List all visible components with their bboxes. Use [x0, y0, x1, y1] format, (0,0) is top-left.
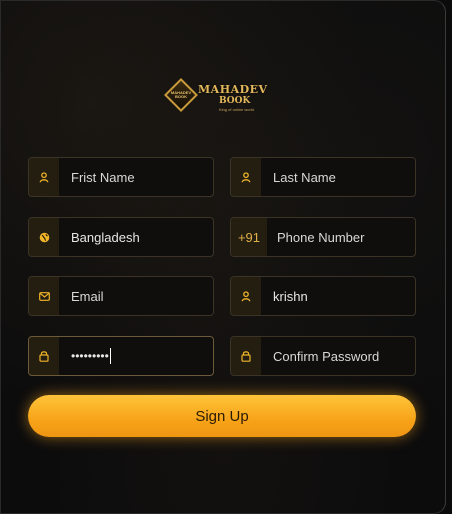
logo-emblem-text: MAHADEV BOOK [170, 90, 192, 99]
password-field[interactable]: ••••••••• [28, 336, 214, 376]
username-value[interactable]: krishn [261, 277, 415, 315]
user-icon [231, 158, 261, 196]
country-select[interactable]: Bangladesh [28, 217, 214, 257]
mail-icon [29, 277, 59, 315]
last-name-field[interactable]: Last Name [230, 157, 416, 197]
logo-title: MAHADEV [198, 83, 268, 96]
brand-logo: MAHADEV BOOK MAHADEV BOOK King of online… [164, 78, 277, 119]
email-field[interactable]: Email [28, 276, 214, 316]
globe-icon [29, 218, 59, 256]
phone-placeholder[interactable]: Phone Number [267, 218, 415, 256]
user-icon [29, 158, 59, 196]
last-name-placeholder[interactable]: Last Name [261, 158, 415, 196]
country-value[interactable]: Bangladesh [59, 218, 213, 256]
password-input[interactable]: ••••••••• [59, 337, 213, 375]
logo-emblem: MAHADEV BOOK [164, 78, 198, 112]
logo-subtitle: BOOK [219, 96, 251, 106]
confirm-password-placeholder[interactable]: Confirm Password [261, 337, 415, 375]
logo-tagline: King of online world [219, 107, 254, 112]
lock-icon [29, 337, 59, 375]
signup-button[interactable]: Sign Up [28, 395, 416, 437]
first-name-field[interactable]: Frist Name [28, 157, 214, 197]
user-icon [231, 277, 261, 315]
username-field[interactable]: krishn [230, 276, 416, 316]
password-value: ••••••••• [71, 349, 109, 363]
confirm-password-field[interactable]: Confirm Password [230, 336, 416, 376]
text-caret [109, 348, 111, 364]
lock-icon [231, 337, 261, 375]
first-name-placeholder[interactable]: Frist Name [59, 158, 213, 196]
phone-field[interactable]: +91 Phone Number [230, 217, 416, 257]
signup-button-label: Sign Up [195, 407, 249, 425]
email-placeholder[interactable]: Email [59, 277, 213, 315]
phone-prefix: +91 [231, 218, 267, 256]
signup-panel: MAHADEV BOOK MAHADEV BOOK King of online… [0, 0, 446, 514]
